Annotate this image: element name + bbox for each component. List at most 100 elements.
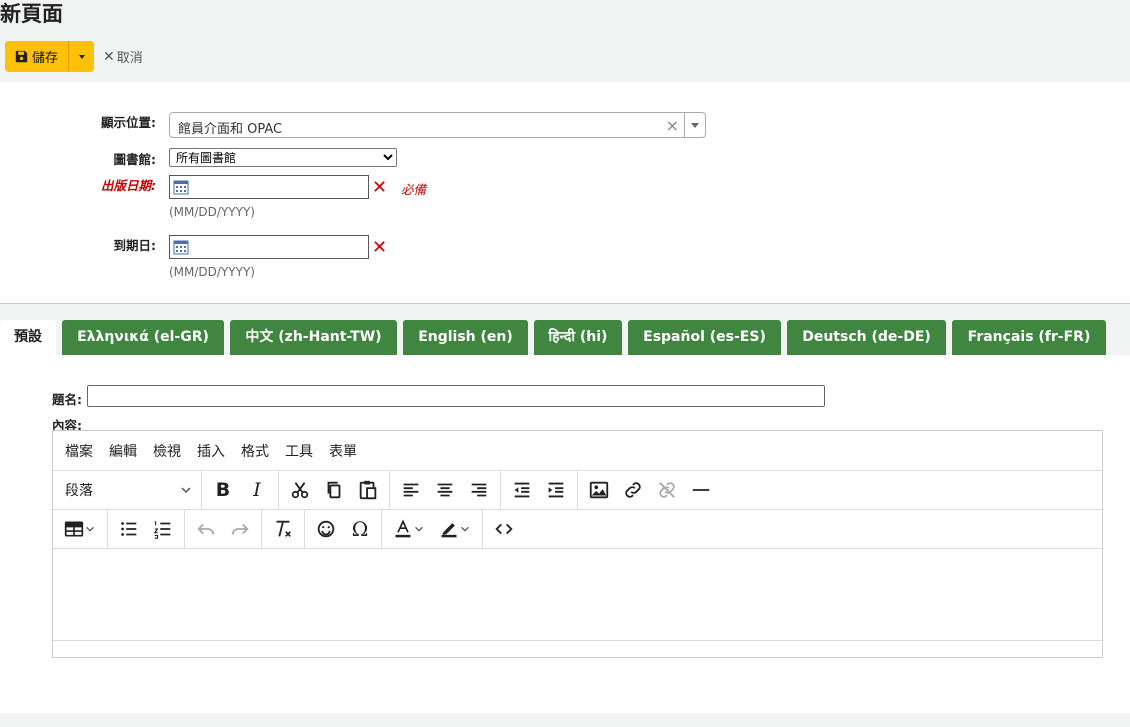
table-button[interactable] [57, 514, 103, 544]
action-toolbar: 儲存 ✕ 取消 [5, 41, 143, 72]
cancel-button[interactable]: ✕ 取消 [103, 47, 143, 67]
special-chars-group: Ω [305, 510, 382, 548]
chevron-down-icon [415, 526, 423, 532]
menu-view[interactable]: 檢視 [145, 441, 189, 461]
calendar-icon[interactable] [173, 239, 189, 255]
code-group [483, 510, 525, 548]
menu-insert[interactable]: 插入 [189, 441, 233, 461]
undo-icon [197, 523, 215, 535]
clear-formatting-icon [276, 520, 291, 537]
redo-icon [231, 523, 249, 535]
menu-tools[interactable]: 工具 [277, 441, 321, 461]
bold-button[interactable]: B [206, 475, 240, 505]
redo-button[interactable] [223, 514, 257, 544]
menu-format[interactable]: 格式 [233, 441, 277, 461]
color-group [382, 510, 483, 548]
link-icon [625, 482, 641, 498]
expiration-date-label: 到期日: [113, 238, 157, 253]
display-location-value: 館員介面和 OPAC [178, 122, 283, 137]
text-color-icon [395, 519, 411, 538]
required-indicator: 必備 [401, 182, 427, 197]
clear-publication-date-icon[interactable]: ✕ [372, 179, 387, 197]
clear-format-group [262, 510, 305, 548]
tab-zh-hant-tw[interactable]: 中文 (zh-Hant-TW) [230, 320, 397, 355]
display-location-label: 顯示位置: [101, 115, 156, 130]
close-icon: ✕ [103, 48, 115, 65]
tab-hi[interactable]: हिन्दी (hi) [534, 320, 622, 355]
publication-date-label: 出版日期: [101, 178, 156, 193]
copy-button[interactable] [317, 475, 351, 505]
numbered-list-button[interactable] [146, 514, 180, 544]
chevron-down-icon [461, 526, 469, 532]
background-color-button[interactable] [432, 514, 478, 544]
emoji-icon [317, 520, 335, 538]
cut-button[interactable] [283, 475, 317, 505]
tab-de-de[interactable]: Deutsch (de-DE) [787, 320, 946, 355]
news-settings-panel: 顯示位置: 館員介面和 OPAC × 圖書館: 所有圖書館 出版日期: ✕ 必備… [0, 82, 1130, 304]
clear-expiration-date-icon[interactable]: ✕ [372, 239, 387, 257]
remove-link-button[interactable] [650, 475, 684, 505]
outdent-icon [514, 482, 530, 498]
menu-file[interactable]: 檔案 [57, 441, 101, 461]
align-center-button[interactable] [428, 475, 462, 505]
bullet-list-button[interactable] [112, 514, 146, 544]
rich-text-editor: 檔案 編輯 檢視 插入 格式 工具 表單 段落 B I Ω [52, 430, 1103, 658]
copy-icon [327, 481, 341, 499]
block-format-select[interactable]: 段落 [57, 475, 197, 505]
floppy-disk-icon [15, 50, 28, 63]
italic-button[interactable]: I [240, 475, 274, 505]
caret-down-icon [78, 54, 85, 59]
title-input[interactable] [87, 385, 825, 407]
italic-icon: I [253, 479, 261, 501]
clear-formatting-button[interactable] [266, 514, 300, 544]
paste-button[interactable] [351, 475, 385, 505]
list-group [108, 510, 185, 548]
expiration-date-input[interactable] [169, 235, 369, 259]
menu-table[interactable]: 表單 [321, 441, 365, 461]
cancel-button-label: 取消 [116, 51, 143, 66]
indent-icon [548, 482, 564, 498]
insert-link-button[interactable] [616, 475, 650, 505]
page-title: 新頁面 [0, 2, 63, 26]
align-right-button[interactable] [462, 475, 496, 505]
text-style-group: B I [202, 471, 279, 509]
align-left-button[interactable] [394, 475, 428, 505]
dropdown-arrow[interactable] [684, 113, 705, 137]
emoticons-button[interactable] [309, 514, 343, 544]
block-format-value: 段落 [65, 483, 93, 499]
outdent-button[interactable] [505, 475, 539, 505]
scissors-icon [291, 482, 309, 499]
align-right-icon [471, 483, 487, 497]
code-icon [495, 523, 513, 535]
library-label: 圖書館: [113, 152, 157, 167]
tab-fr-fr[interactable]: Français (fr-FR) [952, 320, 1106, 355]
editor-content-area[interactable] [53, 549, 1102, 641]
text-color-button[interactable] [386, 514, 432, 544]
image-icon [589, 481, 609, 499]
insert-image-button[interactable] [582, 475, 616, 505]
library-select[interactable]: 所有圖書館 [169, 148, 397, 167]
horizontal-line-button[interactable] [684, 475, 718, 505]
editor-toolbar-row-2: Ω [53, 510, 1102, 549]
special-character-button[interactable]: Ω [343, 514, 377, 544]
undo-button[interactable] [189, 514, 223, 544]
display-location-select[interactable]: 館員介面和 OPAC × [169, 112, 706, 138]
tab-es-es[interactable]: Español (es-ES) [628, 320, 781, 355]
save-options-dropdown[interactable] [68, 41, 95, 72]
clear-selection-icon[interactable]: × [666, 116, 679, 135]
block-format-group: 段落 [53, 471, 202, 509]
tab-en[interactable]: English (en) [403, 320, 528, 355]
paste-icon [359, 480, 377, 500]
indent-button[interactable] [539, 475, 573, 505]
save-button[interactable]: 儲存 [5, 41, 69, 72]
menu-edit[interactable]: 編輯 [101, 441, 145, 461]
tab-el-gr[interactable]: Ελληνικά (el-GR) [62, 320, 224, 355]
calendar-icon[interactable] [173, 179, 189, 195]
expiration-date-hint: (MM/DD/YYYY) [169, 265, 255, 279]
tab-default[interactable]: 預設 [0, 320, 56, 355]
source-code-button[interactable] [487, 514, 521, 544]
omega-icon: Ω [351, 517, 369, 541]
table-group [53, 510, 108, 548]
title-label: 題名: [52, 392, 82, 407]
publication-date-input[interactable] [169, 175, 369, 199]
